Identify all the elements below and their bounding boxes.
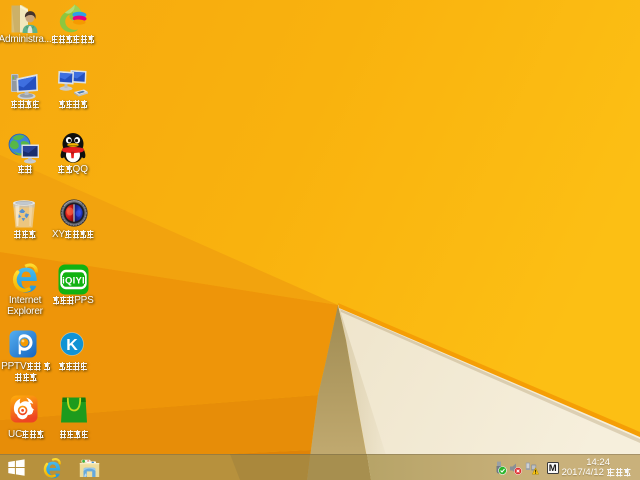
- svg-text:K: K: [66, 337, 78, 354]
- svg-text:iQIYI: iQIYI: [62, 276, 85, 287]
